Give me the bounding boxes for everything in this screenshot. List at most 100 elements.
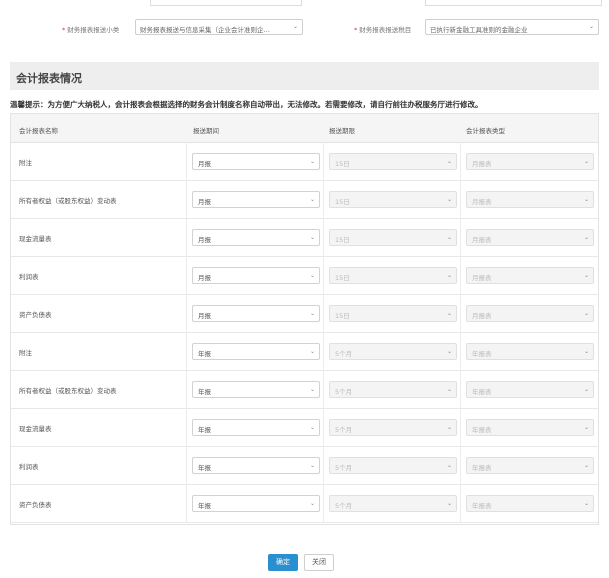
header-name: 会计报表名称 <box>19 127 58 135</box>
chevron-down-icon: ⌄ <box>583 272 589 279</box>
subcategory-select[interactable]: 财务报表报送与信息采集（企业会计准则企… ⌄ <box>135 19 303 35</box>
filter-label-tax-item: * 财务报表报送税目 <box>354 26 412 34</box>
deadline-select: 5个月 ⌄ <box>329 419 457 436</box>
tip-text: 温馨提示：为方便广大纳税人，会计报表会根据选择的财务会计制度名称自动带出，无法修… <box>10 100 483 109</box>
report-name: 所有者权益（或股东权益）变动表 <box>19 387 117 395</box>
chevron-down-icon: ⌄ <box>446 196 452 203</box>
table-row: 资产负债表 月报 ⌄ 15日 ⌄ 月报表 ⌄ <box>11 294 598 333</box>
deadline-select: 15日 ⌄ <box>329 153 457 170</box>
column-divider <box>323 370 324 408</box>
period-select[interactable]: 月报 ⌄ <box>192 229 320 246</box>
column-divider <box>186 408 187 446</box>
prev-field-edge <box>150 0 302 6</box>
chevron-down-icon: ⌄ <box>446 500 452 507</box>
column-divider <box>460 294 461 332</box>
period-select[interactable]: 月报 ⌄ <box>192 191 320 208</box>
table-row: 所有者权益（或股东权益）变动表 年报 ⌄ 5个月 ⌄ 年报表 ⌄ <box>11 370 598 409</box>
report-name: 利润表 <box>19 463 39 471</box>
column-divider <box>186 294 187 332</box>
period-select[interactable]: 月报 ⌄ <box>192 153 320 170</box>
filter-row: * 财务报表报送小类 财务报表报送与信息采集（企业会计准则企… ⌄ * 财务报表报送税… <box>0 18 609 38</box>
column-divider <box>323 180 324 218</box>
column-divider <box>460 218 461 256</box>
header-deadline: 报送期限 <box>329 127 355 135</box>
chevron-down-icon: ⌄ <box>292 23 298 30</box>
period-select[interactable]: 月报 ⌄ <box>192 267 320 284</box>
column-divider <box>460 484 461 522</box>
chevron-down-icon: ⌄ <box>583 424 589 431</box>
chevron-down-icon: ⌄ <box>446 158 452 165</box>
column-divider <box>323 218 324 256</box>
close-button[interactable]: 关闭 <box>304 554 334 571</box>
column-divider <box>323 142 324 180</box>
report-type-select: 月报表 ⌄ <box>466 153 594 170</box>
filter-label-subcategory: * 财务报表报送小类 <box>62 26 120 34</box>
tax-item-select[interactable]: 已执行新金融工具准则的金融企业 ⌄ <box>425 19 599 35</box>
chevron-down-icon: ⌄ <box>583 500 589 507</box>
chevron-down-icon: ⌄ <box>309 500 315 507</box>
report-type-select: 年报表 ⌄ <box>466 381 594 398</box>
chevron-down-icon: ⌄ <box>309 272 315 279</box>
chevron-down-icon: ⌄ <box>446 234 452 241</box>
chevron-down-icon: ⌄ <box>309 158 315 165</box>
table-row: 所有者权益（或股东权益）变动表 月报 ⌄ 15日 ⌄ 月报表 ⌄ <box>11 180 598 219</box>
column-divider <box>460 332 461 370</box>
column-divider <box>323 446 324 484</box>
chevron-down-icon: ⌄ <box>309 234 315 241</box>
confirm-button[interactable]: 确定 <box>268 554 298 571</box>
column-divider <box>323 332 324 370</box>
period-select[interactable]: 年报 ⌄ <box>192 457 320 474</box>
table-row: 利润表 月报 ⌄ 15日 ⌄ 月报表 ⌄ <box>11 256 598 295</box>
column-divider <box>323 256 324 294</box>
table-row: 现金流量表 月报 ⌄ 15日 ⌄ 月报表 ⌄ <box>11 218 598 257</box>
report-type-select: 月报表 ⌄ <box>466 267 594 284</box>
prev-field-edge <box>425 0 602 6</box>
period-select[interactable]: 年报 ⌄ <box>192 495 320 512</box>
chevron-down-icon: ⌄ <box>309 348 315 355</box>
section-title: 会计报表情况 <box>16 72 82 85</box>
period-select[interactable]: 月报 ⌄ <box>192 305 320 322</box>
report-table: 会计报表名称 报送期间 报送期限 会计报表类型 附注 月报 ⌄ 15日 ⌄ 月报表 ⌄ 所有者… <box>10 113 599 525</box>
table-header: 会计报表名称 报送期间 报送期限 会计报表类型 <box>11 114 598 143</box>
column-divider <box>186 370 187 408</box>
chevron-down-icon: ⌄ <box>446 348 452 355</box>
period-select[interactable]: 年报 ⌄ <box>192 343 320 360</box>
report-name: 资产负债表 <box>19 501 52 509</box>
report-name: 附注 <box>19 349 32 357</box>
report-type-select: 年报表 ⌄ <box>466 343 594 360</box>
deadline-select: 5个月 ⌄ <box>329 495 457 512</box>
chevron-down-icon: ⌄ <box>583 196 589 203</box>
chevron-down-icon: ⌄ <box>309 424 315 431</box>
table-row: 资产负债表 年报 ⌄ 5个月 ⌄ 年报表 ⌄ <box>11 484 598 523</box>
chevron-down-icon: ⌄ <box>583 348 589 355</box>
chevron-down-icon: ⌄ <box>446 310 452 317</box>
report-type-select: 月报表 ⌄ <box>466 229 594 246</box>
deadline-select: 15日 ⌄ <box>329 305 457 322</box>
deadline-select: 15日 ⌄ <box>329 229 457 246</box>
report-name: 现金流量表 <box>19 235 52 243</box>
chevron-down-icon: ⌄ <box>588 23 594 30</box>
column-divider <box>323 408 324 446</box>
chevron-down-icon: ⌄ <box>583 462 589 469</box>
period-select[interactable]: 年报 ⌄ <box>192 419 320 436</box>
report-name: 附注 <box>19 159 32 167</box>
table-row: 现金流量表 年报 ⌄ 5个月 ⌄ 年报表 ⌄ <box>11 408 598 447</box>
chevron-down-icon: ⌄ <box>583 234 589 241</box>
chevron-down-icon: ⌄ <box>309 196 315 203</box>
report-name: 利润表 <box>19 273 39 281</box>
table-row: 附注 月报 ⌄ 15日 ⌄ 月报表 ⌄ <box>11 142 598 181</box>
chevron-down-icon: ⌄ <box>583 158 589 165</box>
table-row: 利润表 年报 ⌄ 5个月 ⌄ 年报表 ⌄ <box>11 446 598 485</box>
deadline-select: 15日 ⌄ <box>329 191 457 208</box>
table-row: 附注 年报 ⌄ 5个月 ⌄ 年报表 ⌄ <box>11 332 598 371</box>
report-type-select: 月报表 ⌄ <box>466 191 594 208</box>
chevron-down-icon: ⌄ <box>583 386 589 393</box>
column-divider <box>460 142 461 180</box>
period-select[interactable]: 年报 ⌄ <box>192 381 320 398</box>
column-divider <box>186 256 187 294</box>
chevron-down-icon: ⌄ <box>446 386 452 393</box>
chevron-down-icon: ⌄ <box>446 462 452 469</box>
column-divider <box>186 332 187 370</box>
chevron-down-icon: ⌄ <box>446 424 452 431</box>
column-divider <box>460 408 461 446</box>
